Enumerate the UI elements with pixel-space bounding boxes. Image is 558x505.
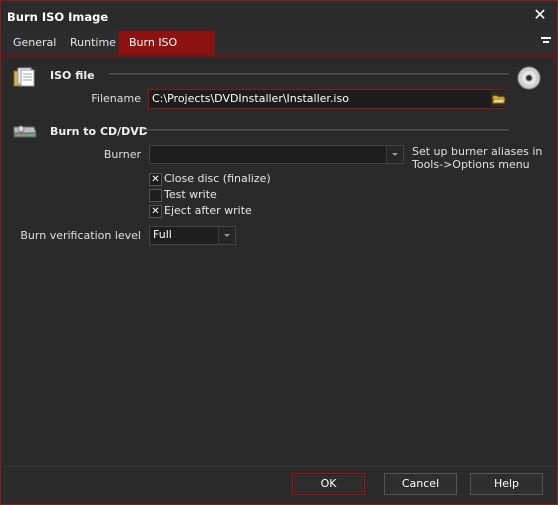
ok-button[interactable]: OK	[292, 473, 365, 495]
tab-runtime[interactable]: Runtime	[63, 31, 123, 55]
disc-icon	[517, 66, 541, 90]
folder-icon	[492, 95, 506, 104]
tab-burn-iso-image[interactable]: Burn ISO Image	[119, 31, 215, 73]
tab-bar: General Runtime Burn ISO Image	[1, 31, 557, 73]
filename-label: Filename	[91, 92, 141, 105]
burn-section-divider	[142, 129, 509, 132]
help-button[interactable]: Help	[470, 473, 543, 495]
close-disc-checkbox[interactable]: ✕	[149, 173, 162, 186]
test-write-label: Test write	[164, 188, 217, 201]
verification-level-label: Burn verification level	[20, 229, 141, 242]
verification-level-select[interactable]: Full	[149, 226, 236, 245]
tab-menu-icon[interactable]	[541, 35, 551, 49]
chevron-down-icon	[386, 146, 403, 163]
chevron-down-icon	[218, 227, 235, 244]
iso-file-section-title: ISO file	[50, 69, 95, 82]
title-bar: Burn ISO Image ✕	[1, 1, 557, 31]
burn-section-title: Burn to CD/DVD	[50, 125, 148, 138]
cancel-button[interactable]: Cancel	[384, 473, 457, 495]
test-write-checkbox[interactable]	[149, 189, 162, 202]
eject-after-write-label: Eject after write	[164, 204, 252, 217]
close-disc-label: Close disc (finalize)	[164, 172, 271, 185]
verification-level-value: Full	[153, 228, 172, 241]
filename-input[interactable]: C:\Projects\DVDInstaller\Installer.iso	[148, 89, 507, 109]
close-button[interactable]: ✕	[531, 6, 549, 24]
iso-file-icon	[12, 66, 38, 88]
window-title: Burn ISO Image	[7, 10, 109, 24]
dialog-window: Burn ISO Image ✕ General Runtime Burn IS…	[0, 0, 558, 505]
burner-label: Burner	[103, 148, 141, 161]
eject-after-write-checkbox[interactable]: ✕	[149, 205, 162, 218]
content-panel: ISO file Filename C:\Projects\DVDInstall…	[3, 57, 555, 464]
burner-hint: Set up burner aliases in Tools->Options …	[412, 145, 543, 171]
burner-select[interactable]	[149, 145, 404, 164]
browse-button[interactable]	[491, 91, 507, 107]
drive-icon	[12, 121, 38, 139]
dialog-footer: OK Cancel Help	[3, 466, 555, 503]
tab-general[interactable]: General	[6, 31, 63, 55]
iso-section-divider	[109, 73, 509, 76]
